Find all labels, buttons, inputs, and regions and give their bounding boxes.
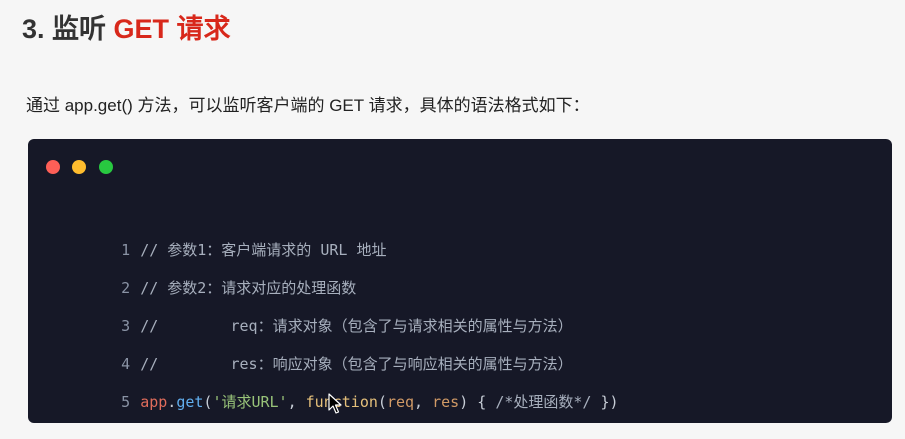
code-token-paren-open: ( xyxy=(377,393,387,411)
code-line: 3// req：请求对象（包含了与请求相关的属性与方法） xyxy=(28,287,572,335)
code-token-param-req: req xyxy=(386,393,415,411)
code-token-string: '请求URL' xyxy=(212,393,288,411)
code-line: 1// 参数1：客户端请求的 URL 地址 xyxy=(28,211,386,259)
code-line: 4// res：响应对象（包含了与响应相关的属性与方法） xyxy=(28,325,572,373)
code-token-inline-comment: /*处理函数*/ xyxy=(495,393,592,411)
code-token-method: get xyxy=(176,393,204,411)
mouse-pointer-icon xyxy=(328,393,342,414)
code-line: 5 app.get('请求URL', function(req, res) { /… xyxy=(28,363,618,411)
code-token-brace-open: { xyxy=(468,393,496,411)
section-heading: 3. 监听 GET 请求 xyxy=(22,8,231,50)
green-dot-icon xyxy=(98,160,113,174)
code-line: 2// 参数2：请求对应的处理函数 xyxy=(28,249,356,297)
red-dot-icon xyxy=(46,160,60,174)
intro-paragraph: 通过 app.get() 方法，可以监听客户端的 GET 请求，具体的语法格式如… xyxy=(26,96,590,115)
heading-accent: GET 请求 xyxy=(113,14,231,44)
window-controls xyxy=(46,160,121,174)
heading-number: 3. 监听 xyxy=(22,14,107,44)
code-token-brace-close: }) xyxy=(591,393,619,411)
code-token-dot: . xyxy=(167,393,177,411)
code-token-param-res: res xyxy=(432,393,460,411)
code-window: 1// 参数1：客户端请求的 URL 地址 2// 参数2：请求对应的处理函数 … xyxy=(28,139,892,423)
code-token-comma: , xyxy=(287,393,306,411)
code-token-object: app xyxy=(140,393,168,411)
yellow-dot-icon xyxy=(72,160,87,174)
line-number: 5 xyxy=(121,393,131,411)
code-token-comma: , xyxy=(414,393,433,411)
code-token-paren-close: ) xyxy=(459,393,469,411)
